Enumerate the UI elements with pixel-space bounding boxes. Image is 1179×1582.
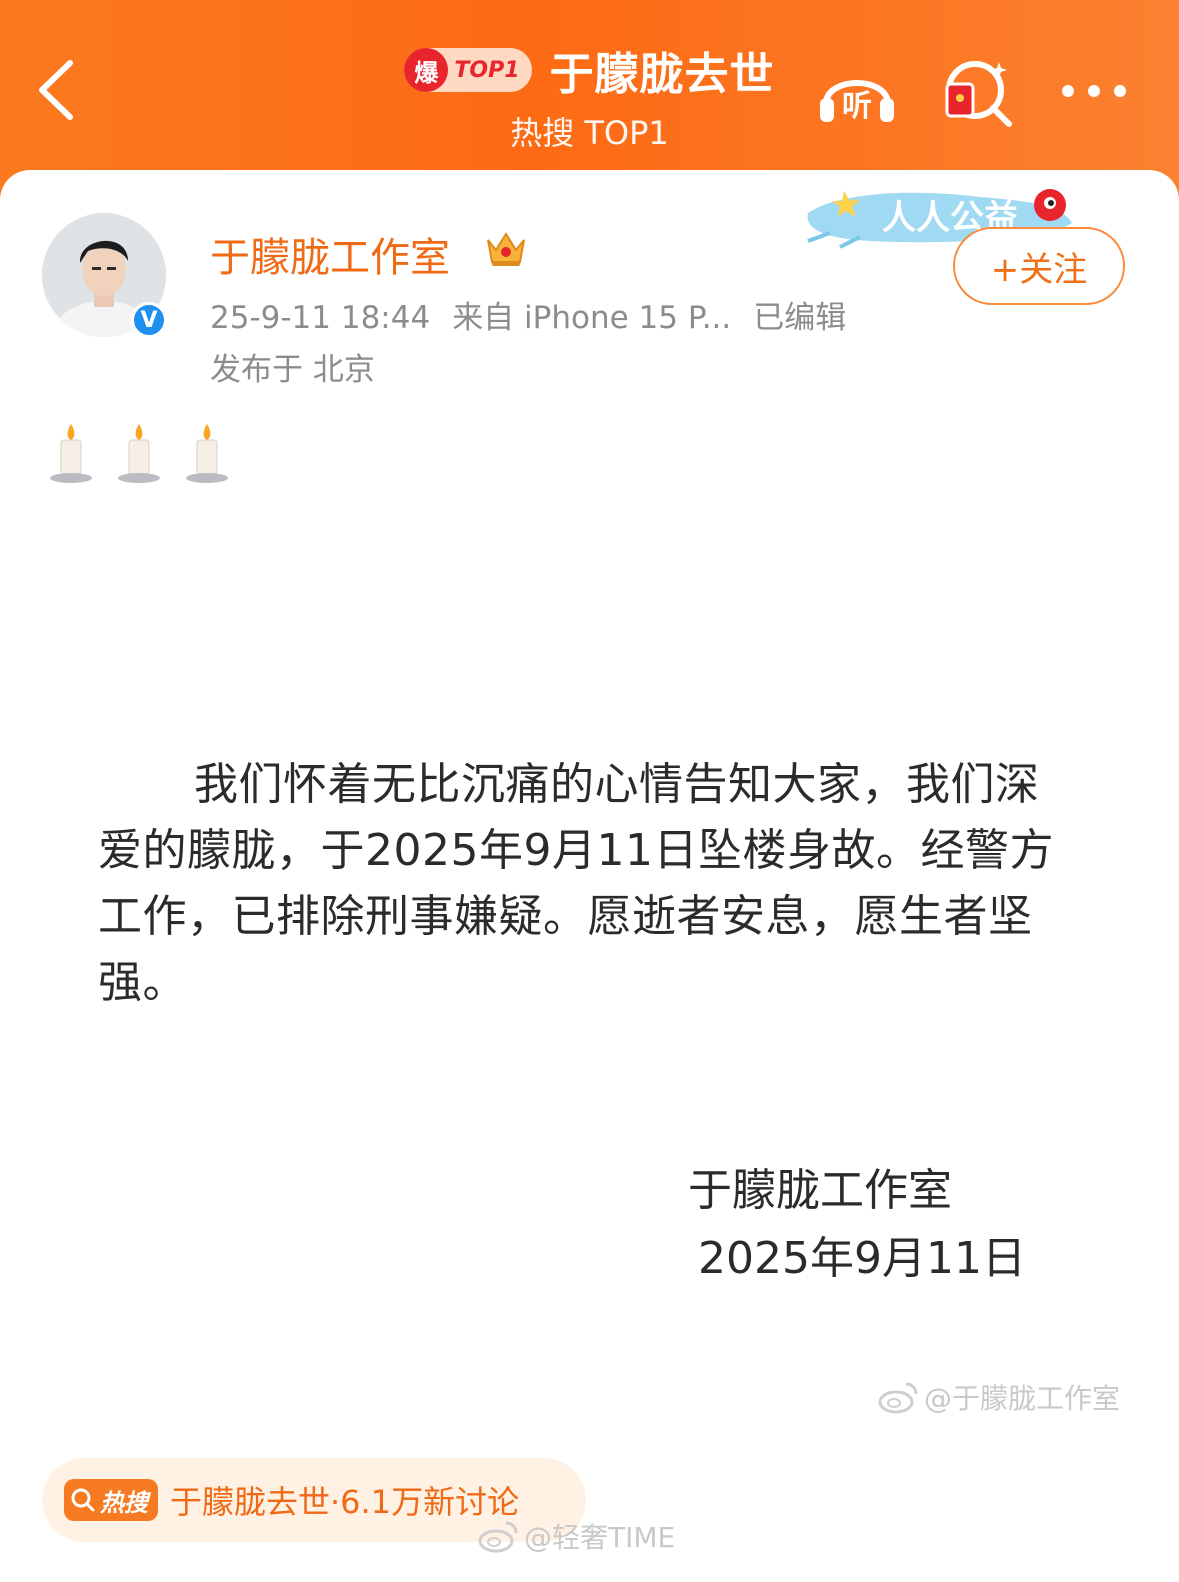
image-watermark: @于朦胧工作室 (878, 1377, 1120, 1417)
page-title: 于朦胧去世 (549, 49, 775, 100)
post-time: 25-9-11 18:44 (210, 300, 431, 336)
listen-headphones-icon[interactable]: 听 (818, 58, 896, 124)
hot-search-text: 于朦胧去世·6.1万新讨论 (170, 1483, 520, 1521)
post-edited[interactable]: 已编辑 (753, 300, 846, 336)
verified-badge: V (131, 302, 167, 338)
candle-icon (118, 424, 160, 483)
weibo-logo-icon (478, 1521, 518, 1553)
hot-explode-badge: 爆 TOP1 (404, 48, 532, 92)
listen-label: 听 (842, 89, 872, 124)
post-location: 发布于 北京 (210, 352, 375, 388)
more-options-icon[interactable] (1058, 58, 1130, 124)
top1-badge-text: TOP1 (454, 57, 520, 83)
statement-text: 我们怀着无比沉痛的心情告知大家，我们深爱的朦胧，于2025年9月11日坠楼身故。… (98, 759, 1054, 1008)
crown-icon (487, 232, 525, 266)
bao-badge-char: 爆 (404, 48, 449, 92)
red-packet-search-icon[interactable] (943, 58, 1013, 128)
repost-watermark: @轻奢TIME (478, 1516, 675, 1556)
candle-icon (50, 424, 92, 483)
candle-icon (186, 424, 228, 483)
hot-search-badge-text: 热搜 (100, 1488, 148, 1517)
repost-watermark-text: @轻奢TIME (524, 1521, 676, 1554)
candle-emoji-row (48, 422, 230, 484)
hot-search-badge: 热搜 (64, 1479, 158, 1521)
follow-button[interactable]: +关注 (953, 227, 1125, 305)
signature-name: 于朦胧工作室 (688, 1165, 952, 1216)
author-name[interactable]: 于朦胧工作室 (210, 225, 450, 283)
signature-date: 2025年9月11日 (698, 1233, 1026, 1284)
image-watermark-text: @于朦胧工作室 (924, 1382, 1121, 1415)
search-icon (71, 1488, 95, 1512)
post-meta: 25-9-11 18:44 来自 iPhone 15 P... 已编辑 (210, 292, 868, 337)
post-source: 来自 iPhone 15 P... (452, 300, 732, 336)
weibo-logo-icon (878, 1382, 918, 1414)
